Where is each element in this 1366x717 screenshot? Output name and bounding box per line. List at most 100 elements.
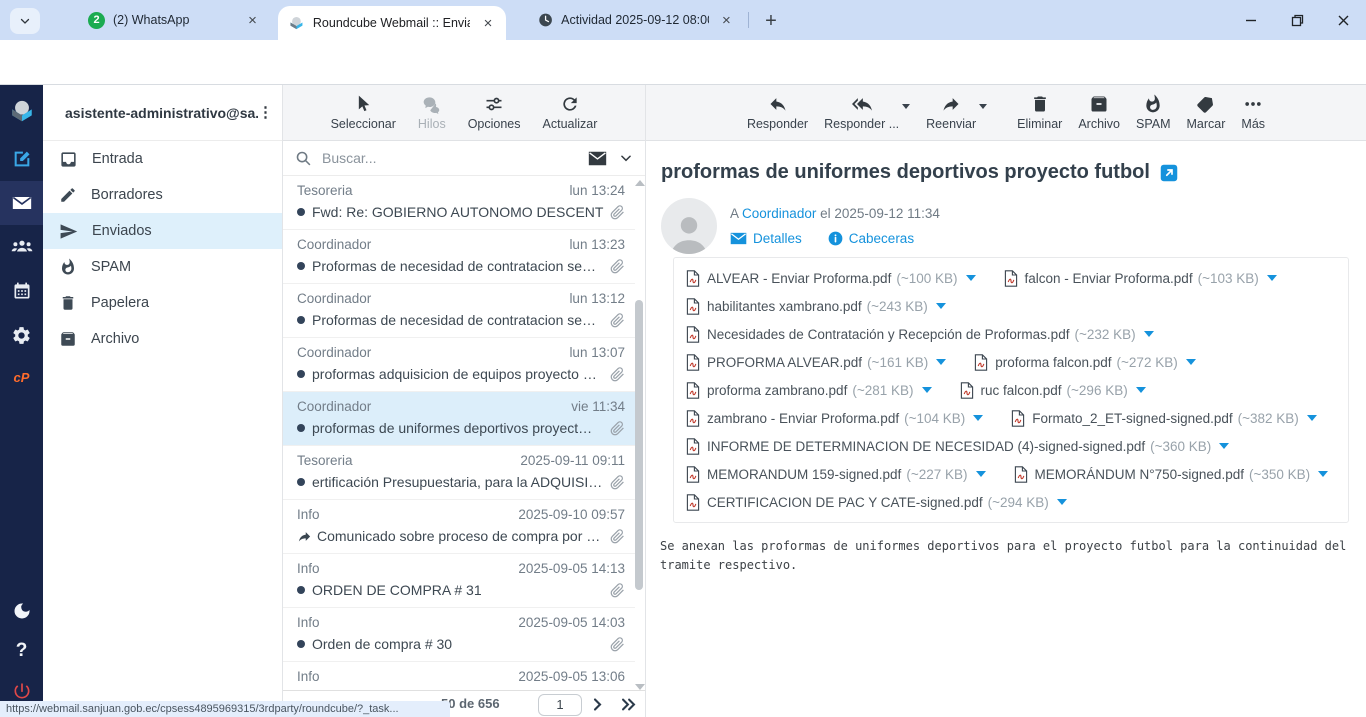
unread-dot-icon[interactable] <box>297 316 305 324</box>
tab-search-button[interactable] <box>10 8 40 34</box>
message-row[interactable]: Tesorerialun 13:24 Fwd: Re: GOBIERNO AUT… <box>283 176 635 230</box>
browser-tab-roundcube[interactable]: Roundcube Webmail :: Enviados × <box>278 6 506 40</box>
mail-nav-button[interactable] <box>0 181 43 225</box>
browser-tab-actividad[interactable]: Actividad 2025-09-12 08:00:00 × <box>528 0 744 40</box>
unread-dot-icon[interactable] <box>297 424 305 432</box>
spam-button[interactable]: SPAM <box>1136 94 1171 131</box>
attachment-item[interactable]: Necesidades de Contratación y Recepción … <box>686 326 1154 343</box>
message-row-selected[interactable]: Coordinadorvie 11:34 proformas de unifor… <box>283 392 635 446</box>
sidebar-item-spam[interactable]: SPAM <box>43 249 282 285</box>
attachment-menu-icon[interactable] <box>1318 471 1328 477</box>
contacts-nav-button[interactable] <box>0 225 43 269</box>
unread-dot-icon[interactable] <box>297 478 305 486</box>
threads-button[interactable]: Hilos <box>418 94 446 131</box>
headers-link[interactable]: Cabeceras <box>828 231 914 246</box>
help-icon[interactable]: ? <box>0 631 43 671</box>
message-row[interactable]: Coordinadorlun 13:12 Proformas de necesi… <box>283 284 635 338</box>
scroll-up-arrow-icon[interactable] <box>635 180 645 186</box>
cpanel-icon[interactable]: cP <box>0 357 43 397</box>
attachment-menu-icon[interactable] <box>1307 415 1317 421</box>
attachment-item[interactable]: ALVEAR - Enviar Proforma.pdf (~100 KB) <box>686 270 976 287</box>
attachment-item[interactable]: proforma falcon.pdf (~272 KB) <box>974 354 1195 371</box>
search-input[interactable]: Buscar... <box>322 150 588 166</box>
attachment-item[interactable]: INFORME DE DETERMINACION DE NECESIDAD (4… <box>686 438 1229 455</box>
delete-button[interactable]: Eliminar <box>1017 94 1062 131</box>
scope-envelope-icon[interactable] <box>588 151 607 166</box>
attachment-item[interactable]: Formato_2_ET-signed-signed.pdf (~382 KB) <box>1011 410 1317 427</box>
message-row[interactable]: Info2025-09-05 14:03 Orden de compra # 3… <box>283 608 635 662</box>
sidebar-item-entrada[interactable]: Entrada <box>43 141 282 177</box>
window-close-button[interactable] <box>1320 0 1366 40</box>
browser-tab-whatsapp[interactable]: 2 (2) WhatsApp × <box>78 0 270 40</box>
unread-dot-icon[interactable] <box>297 208 305 216</box>
sidebar-item-papelera[interactable]: Papelera <box>43 285 282 321</box>
attachment-menu-icon[interactable] <box>922 387 932 393</box>
search-options-chevron-icon[interactable] <box>619 151 633 165</box>
message-row[interactable]: Tesoreria2025-09-11 09:11 ertificación P… <box>283 446 635 500</box>
attachment-menu-icon[interactable] <box>936 303 946 309</box>
attachment-item[interactable]: falcon - Enviar Proforma.pdf (~103 KB) <box>1004 270 1277 287</box>
attachment-item[interactable]: zambrano - Enviar Proforma.pdf (~104 KB) <box>686 410 983 427</box>
attachment-menu-icon[interactable] <box>1144 331 1154 337</box>
account-header[interactable]: asistente-administrativo@sa... ⋮ <box>43 85 282 141</box>
reply-button[interactable]: Responder <box>747 94 808 131</box>
tab-close-icon[interactable]: × <box>719 12 734 29</box>
sidebar-item-archivo[interactable]: Archivo <box>43 321 282 357</box>
attachment-menu-icon[interactable] <box>1267 275 1277 281</box>
tab-close-icon[interactable]: × <box>480 15 496 32</box>
forward-button-mail[interactable]: Reenviar <box>926 94 976 131</box>
list-scrollbar[interactable] <box>633 180 645 690</box>
attachment-menu-icon[interactable] <box>936 359 946 365</box>
refresh-button[interactable]: Actualizar <box>543 94 598 131</box>
next-page-icon[interactable] <box>590 697 605 712</box>
attachment-menu-icon[interactable] <box>973 415 983 421</box>
message-row[interactable]: Coordinadorlun 13:07 proformas adquisici… <box>283 338 635 392</box>
window-restore-button[interactable] <box>1274 0 1320 40</box>
attachment-menu-icon[interactable] <box>1219 443 1229 449</box>
tab-close-icon[interactable]: × <box>245 12 260 29</box>
attachment-item[interactable]: MEMORANDUM 159-signed.pdf (~227 KB) <box>686 466 986 483</box>
attachment-item[interactable]: PROFORMA ALVEAR.pdf (~161 KB) <box>686 354 946 371</box>
attachment-item[interactable]: CERTIFICACION DE PAC Y CATE-signed.pdf (… <box>686 494 1067 511</box>
compose-button[interactable] <box>0 137 43 181</box>
details-link[interactable]: Detalles <box>730 231 802 246</box>
attachment-menu-icon[interactable] <box>1057 499 1067 505</box>
last-page-icon[interactable] <box>620 697 637 712</box>
open-in-new-window-icon[interactable] <box>1160 164 1178 182</box>
attachment-item[interactable]: proforma zambrano.pdf (~281 KB) <box>686 382 932 399</box>
unread-dot-icon[interactable] <box>297 370 305 378</box>
message-row[interactable]: Info2025-09-05 14:13 ORDEN DE COMPRA # 3… <box>283 554 635 608</box>
page-number-input[interactable]: 1 <box>538 694 582 716</box>
new-tab-button[interactable]: + <box>758 8 784 34</box>
more-button[interactable]: Más <box>1241 94 1265 131</box>
window-minimize-button[interactable] <box>1228 0 1274 40</box>
select-button[interactable]: Seleccionar <box>331 94 396 131</box>
settings-nav-button[interactable] <box>0 313 43 357</box>
roundcube-logo-icon[interactable] <box>0 85 43 137</box>
dark-mode-moon-icon[interactable] <box>0 591 43 631</box>
sidebar-item-enviados[interactable]: Enviados <box>43 213 282 249</box>
sidebar-item-borradores[interactable]: Borradores <box>43 177 282 213</box>
message-row[interactable]: Coordinadorlun 13:23 Proformas de necesi… <box>283 230 635 284</box>
scrollbar-thumb[interactable] <box>635 300 643 590</box>
reply-all-dropdown-icon[interactable] <box>902 104 910 109</box>
attachment-item[interactable]: ruc falcon.pdf (~296 KB) <box>960 382 1146 399</box>
unread-dot-icon[interactable] <box>297 586 305 594</box>
attachment-menu-icon[interactable] <box>966 275 976 281</box>
options-button[interactable]: Opciones <box>468 94 521 131</box>
attachment-menu-icon[interactable] <box>976 471 986 477</box>
attachment-menu-icon[interactable] <box>1186 359 1196 365</box>
forward-dropdown-icon[interactable] <box>979 104 987 109</box>
attachment-item[interactable]: MEMORÁNDUM N°750-signed.pdf (~350 KB) <box>1014 466 1329 483</box>
search-bar[interactable]: Buscar... <box>283 141 645 176</box>
unread-dot-icon[interactable] <box>297 262 305 270</box>
unread-dot-icon[interactable] <box>297 640 305 648</box>
reply-all-button[interactable]: Responder ... <box>824 94 899 131</box>
attachment-item[interactable]: habilitantes xambrano.pdf (~243 KB) <box>686 298 946 315</box>
attachment-menu-icon[interactable] <box>1136 387 1146 393</box>
mark-button[interactable]: Marcar <box>1187 94 1226 131</box>
calendar-nav-button[interactable] <box>0 269 43 313</box>
account-menu-icon[interactable]: ⋮ <box>258 110 272 115</box>
archive-button[interactable]: Archivo <box>1078 94 1120 131</box>
recipient-link[interactable]: Coordinador <box>742 206 816 221</box>
